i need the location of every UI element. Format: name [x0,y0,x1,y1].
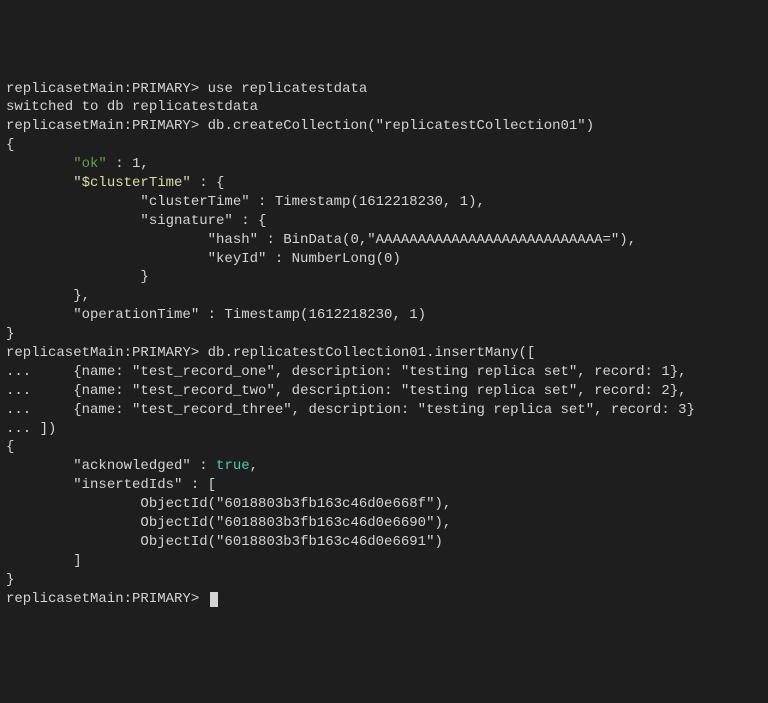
signature-close: } [6,268,762,287]
command-use: use replicatestdata [208,81,368,97]
continuation: ... [6,383,31,399]
prompt: replicasetMain:PRIMARY> [6,81,199,97]
brace-close: } [6,325,762,344]
brace-open: { [6,438,762,457]
prompt: replicasetMain:PRIMARY> [6,591,199,607]
record-3: {name: "test_record_three", description:… [31,402,695,418]
record-2: {name: "test_record_two", description: "… [31,383,686,399]
objectid-3: ObjectId("6018803b3fb163c46d0e6691") [6,533,762,552]
prompt: replicasetMain:PRIMARY> [6,118,199,134]
clustertime-line: "clusterTime" : Timestamp(1612218230, 1)… [6,193,762,212]
cursor [210,592,218,607]
insertedids-open: "insertedIds" : [ [6,476,762,495]
hash-line: "hash" : BinData(0,"AAAAAAAAAAAAAAAAAAAA… [6,231,762,250]
objectid-2: ObjectId("6018803b3fb163c46d0e6690"), [6,514,762,533]
objectid-1: ObjectId("6018803b3fb163c46d0e668f"), [6,495,762,514]
key-ok: "ok" [73,156,107,172]
key-clustertime: "$clusterTime" [73,175,191,191]
prompt: replicasetMain:PRIMARY> [6,345,199,361]
command-create-collection: db.createCollection("replicatestCollecti… [208,118,594,134]
record-1: {name: "test_record_one", description: "… [31,364,686,380]
brace-open: { [6,136,762,155]
response-switched: switched to db replicatestdata [6,98,762,117]
cluster-close: }, [6,287,762,306]
terminal-output[interactable]: replicasetMain:PRIMARY> use replicatestd… [6,80,762,609]
value-ok: : 1, [107,156,149,172]
continuation: ... [6,402,31,418]
acknowledged-value: true [216,458,250,474]
continuation: ... [6,421,31,437]
keyid-line: "keyId" : NumberLong(0) [6,250,762,269]
signature-line: "signature" : { [6,212,762,231]
continuation: ... [6,364,31,380]
command-insertmany: db.replicatestCollection01.insertMany([ [208,345,536,361]
acknowledged-key: "acknowledged" : [6,458,216,474]
insertedids-close: ] [6,552,762,571]
insertmany-close: ]) [31,421,56,437]
brace-close: } [6,571,762,590]
operationtime-line: "operationTime" : Timestamp(1612218230, … [6,306,762,325]
